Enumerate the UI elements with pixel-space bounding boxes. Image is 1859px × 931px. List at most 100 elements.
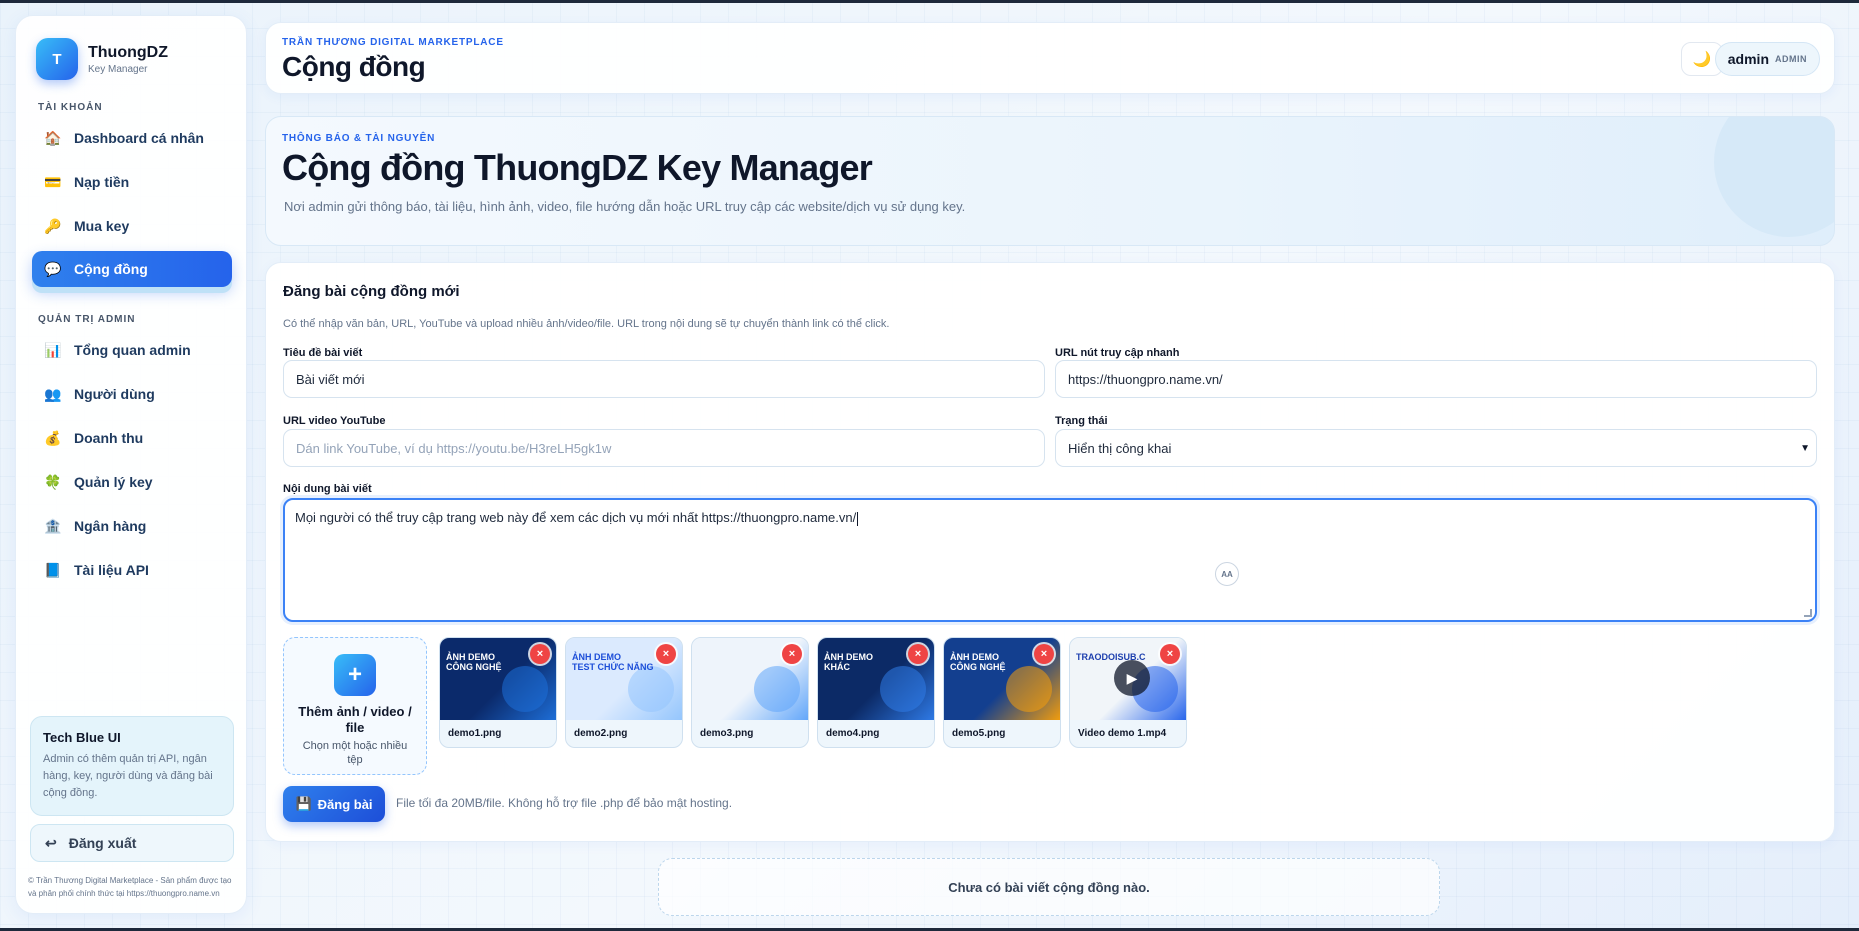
chevron-down-icon: ▼ <box>1800 443 1810 454</box>
youtube-url-input[interactable]: Dán link YouTube, ví dụ https://youtu.be… <box>283 429 1045 467</box>
preview-caption: ẢNH DEMO CÔNG NGHỆ <box>446 652 502 672</box>
copyright-text: © Trần Thương Digital Marketplace - Sản … <box>28 876 232 898</box>
save-icon: 💾 <box>295 796 312 811</box>
content-textarea[interactable]: Mọi người có thể truy cập trang web này … <box>283 498 1817 622</box>
chat-icon: 💬 <box>44 260 62 277</box>
sidebar-item-bank[interactable]: 🏦 Ngân hàng <box>32 508 232 544</box>
remove-attachment-button[interactable]: × <box>530 644 550 664</box>
form-hint: Có thể nhập văn bản, URL, YouTube và upl… <box>283 318 890 330</box>
tip-text: Admin có thêm quản trị API, ngân hàng, k… <box>43 753 213 799</box>
add-media-subtitle: Chọn một hoặc nhiều tệp <box>302 740 408 766</box>
tip-title: Tech Blue UI <box>43 730 121 745</box>
logout-button[interactable]: ↩ Đăng xuất <box>30 824 234 862</box>
chart-icon: 📊 <box>44 341 62 358</box>
quick-url-label: URL nút truy cập nhanh <box>1055 347 1180 359</box>
preview-graphic <box>628 666 674 712</box>
sidebar-item-label: Cộng đồng <box>74 261 148 277</box>
new-post-form: Đăng bài cộng đồng mới Có thể nhập văn b… <box>265 262 1835 842</box>
decorative-circle <box>1714 117 1834 237</box>
attachment-filename: demo3.png <box>700 728 754 739</box>
sidebar-item-label: Quản lý key <box>74 474 153 490</box>
attachment-thumbnail[interactable]: TRAODOISUB.C ▶ × Video demo 1.mp4 <box>1069 637 1187 748</box>
attachment-filename: demo4.png <box>826 728 880 739</box>
preview-graphic <box>754 666 800 712</box>
top-header: TRẦN THƯƠNG DIGITAL MARKETPLACE Cộng đồn… <box>265 22 1835 94</box>
sidebar-item-admin-overview[interactable]: 📊 Tổng quan admin <box>32 332 232 368</box>
user-menu[interactable]: admin ADMIN <box>1714 42 1820 76</box>
home-icon: 🏠 <box>44 129 62 146</box>
remove-attachment-button[interactable]: × <box>782 644 802 664</box>
header-eyebrow: TRẦN THƯƠNG DIGITAL MARKETPLACE <box>282 37 504 48</box>
post-title-label: Tiêu đề bài viết <box>283 347 363 359</box>
plus-icon: + <box>334 654 376 696</box>
attachment-thumbnail[interactable]: × demo3.png <box>691 637 809 748</box>
post-title-input[interactable]: Bài viết mới <box>283 360 1045 398</box>
sidebar-item-community[interactable]: 💬 Cộng đồng <box>32 251 232 287</box>
sidebar-item-label: Mua key <box>74 218 130 234</box>
sidebar-item-label: Tổng quan admin <box>74 342 191 358</box>
remove-attachment-button[interactable]: × <box>656 644 676 664</box>
brand-name: ThuongDZ <box>88 43 168 61</box>
sidebar-item-dashboard[interactable]: 🏠 Dashboard cá nhân <box>32 120 232 156</box>
attachment-filename: demo5.png <box>952 728 1006 739</box>
submit-label: Đăng bài <box>317 796 373 812</box>
attachment-thumbnail[interactable]: ẢNH DEMO CÔNG NGHỆ × demo1.png <box>439 637 557 748</box>
logout-icon: ↩ <box>45 834 57 851</box>
empty-posts-state: Chưa có bài viết cộng đồng nào. <box>658 858 1440 916</box>
sidebar-item-label: Dashboard cá nhân <box>74 130 204 146</box>
key-icon: 🔑 <box>44 217 62 234</box>
sidebar-item-revenue[interactable]: 💰 Doanh thu <box>32 420 232 456</box>
page-title: Cộng đồng <box>282 51 426 82</box>
resize-handle[interactable] <box>1804 609 1812 617</box>
clover-icon: 🍀 <box>44 473 62 490</box>
play-icon[interactable]: ▶ <box>1114 660 1150 696</box>
tip-card: Tech Blue UI Admin có thêm quản trị API,… <box>30 716 234 816</box>
content-text: Mọi người có thể truy cập trang web này … <box>295 510 857 525</box>
remove-attachment-button[interactable]: × <box>1034 644 1054 664</box>
user-role-badge: ADMIN <box>1775 54 1807 64</box>
attachment-thumbnail[interactable]: ẢNH DEMO TEST CHỨC NĂNG × demo2.png <box>565 637 683 748</box>
sidebar-item-label: Doanh thu <box>74 430 144 446</box>
youtube-url-label: URL video YouTube <box>283 415 386 427</box>
remove-attachment-button[interactable]: × <box>908 644 928 664</box>
status-label: Trạng thái <box>1055 415 1108 427</box>
attachment-filename: Video demo 1.mp4 <box>1078 728 1167 739</box>
attachment-thumbnail[interactable]: ẢNH DEMO CÔNG NGHỆ × demo5.png <box>943 637 1061 748</box>
preview-caption: ẢNH DEMO KHÁC <box>824 652 873 672</box>
hero-description: Nơi admin gửi thông báo, tài liệu, hình … <box>284 199 966 214</box>
sidebar-item-label: Ngân hàng <box>74 518 147 534</box>
submit-post-button[interactable]: 💾 Đăng bài <box>283 786 385 822</box>
sidebar-item-users[interactable]: 👥 Người dùng <box>32 376 232 412</box>
preview-caption: ẢNH DEMO CÔNG NGHỆ <box>950 652 1006 672</box>
sidebar-item-label: Nạp tiền <box>74 174 130 190</box>
text-caret <box>857 511 859 526</box>
sidebar-item-topup[interactable]: 💳 Nạp tiền <box>32 164 232 200</box>
sidebar-item-label: Tài liệu API <box>74 562 149 578</box>
quick-url-input[interactable]: https://thuongpro.name.vn/ <box>1055 360 1817 398</box>
bank-icon: 🏦 <box>44 517 62 534</box>
add-media-title: Thêm ảnh / video / file <box>298 704 412 735</box>
hero-eyebrow: THÔNG BÁO & TÀI NGUYÊN <box>282 133 436 144</box>
section-label-admin: QUẢN TRỊ ADMIN <box>38 314 136 325</box>
text-format-badge[interactable]: AA <box>1215 562 1239 586</box>
attachment-filename: demo2.png <box>574 728 628 739</box>
status-select[interactable]: Hiển thị công khai ▼ <box>1055 429 1817 467</box>
sidebar-item-buy-key[interactable]: 🔑 Mua key <box>32 208 232 244</box>
attachment-thumbnail[interactable]: ẢNH DEMO KHÁC × demo4.png <box>817 637 935 748</box>
sidebar-item-api-docs[interactable]: 📘 Tài liệu API <box>32 552 232 588</box>
remove-attachment-button[interactable]: × <box>1160 644 1180 664</box>
add-media-button[interactable]: + Thêm ảnh / video / file Chọn một hoặc … <box>283 637 427 775</box>
logout-label: Đăng xuất <box>68 835 137 851</box>
form-title: Đăng bài cộng đồng mới <box>283 283 460 300</box>
book-icon: 📘 <box>44 561 62 578</box>
preview-caption: ẢNH DEMO TEST CHỨC NĂNG <box>572 652 654 672</box>
status-select-value: Hiển thị công khai <box>1068 440 1172 456</box>
hero-banner: THÔNG BÁO & TÀI NGUYÊN Cộng đồng ThuongD… <box>265 116 1835 246</box>
sidebar: T ThuongDZ Key Manager TÀI KHOẢN 🏠 Dashb… <box>15 15 247 914</box>
brand-logo: T <box>36 38 78 80</box>
moon-icon: 🌙 <box>1692 51 1712 68</box>
sidebar-item-key-management[interactable]: 🍀 Quản lý key <box>32 464 232 500</box>
preview-graphic <box>502 666 548 712</box>
brand[interactable]: T ThuongDZ Key Manager <box>36 38 168 80</box>
users-icon: 👥 <box>44 385 62 402</box>
